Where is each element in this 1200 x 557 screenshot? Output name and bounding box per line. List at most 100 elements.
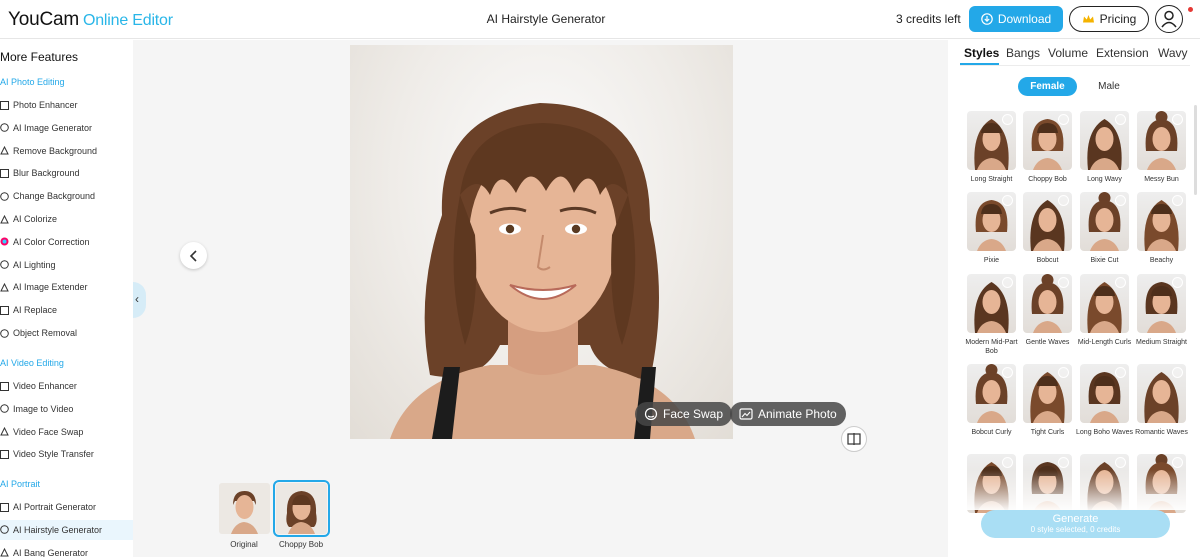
tab-extension[interactable]: Extension (1096, 46, 1149, 60)
select-checkbox[interactable] (1058, 277, 1069, 288)
sidebar-title: More Features (0, 50, 79, 64)
select-checkbox[interactable] (1002, 195, 1013, 206)
select-checkbox[interactable] (1058, 367, 1069, 378)
download-button[interactable]: Download (969, 6, 1063, 32)
style-option-label: Choppy Bob (1028, 176, 1067, 183)
result-photo (350, 45, 733, 439)
sidebar-item-label: AI Image Generator (13, 122, 93, 133)
style-option-choppy-bob[interactable] (1023, 111, 1072, 170)
generate-label: Generate (1052, 513, 1099, 525)
style-option-medium-straight[interactable] (1137, 274, 1186, 333)
tab-bangs[interactable]: Bangs (1006, 46, 1040, 60)
pricing-button[interactable]: Pricing (1069, 6, 1149, 32)
select-checkbox[interactable] (1058, 114, 1069, 125)
select-checkbox[interactable] (1115, 457, 1126, 468)
tab-styles[interactable]: Styles (964, 46, 999, 60)
style-option-romantic-waves[interactable] (1137, 364, 1186, 423)
face-swap-button[interactable]: Face Swap (635, 402, 733, 426)
feature-icon (0, 404, 9, 414)
sidebar-item-ai-image-generator[interactable]: AI Image Generator (0, 118, 133, 138)
animate-photo-button[interactable]: Animate Photo (730, 402, 846, 426)
sidebar-item-ai-colorize[interactable]: AI Colorize (0, 209, 133, 229)
sidebar-item-ai-portrait-generator[interactable]: AI Portrait Generator (0, 497, 133, 517)
style-option-bobcut[interactable] (1023, 192, 1072, 251)
style-option-long-wavy[interactable] (1080, 111, 1129, 170)
style-option-long-boho-waves[interactable] (1080, 364, 1129, 423)
sidebar-item-blur-background[interactable]: Blur Background (0, 163, 133, 183)
style-option-long-straight[interactable] (967, 111, 1016, 170)
active-tab-indicator (960, 63, 999, 65)
select-checkbox[interactable] (1172, 195, 1183, 206)
select-checkbox[interactable] (1172, 277, 1183, 288)
select-checkbox[interactable] (1115, 277, 1126, 288)
feature-icon (0, 100, 9, 110)
select-checkbox[interactable] (1002, 457, 1013, 468)
thumbnail-choppy-bob[interactable] (273, 480, 330, 537)
style-option-messy-bun[interactable] (1137, 111, 1186, 170)
select-checkbox[interactable] (1058, 457, 1069, 468)
select-checkbox[interactable] (1002, 114, 1013, 125)
feature-icon (0, 282, 9, 292)
feature-icon (0, 548, 9, 557)
sidebar-item-video-style-transfer[interactable]: Video Style Transfer (0, 444, 133, 464)
style-option-label: Modern Mid-Part Bob (965, 339, 1018, 355)
select-checkbox[interactable] (1002, 367, 1013, 378)
style-option-gentle-waves[interactable] (1023, 274, 1072, 333)
sidebar-item-label: Remove Background (13, 145, 98, 156)
feature-icon (0, 381, 9, 391)
style-option-label: Beachy (1149, 257, 1174, 264)
panel-scrollbar[interactable] (1194, 105, 1197, 195)
sidebar-item-image-to-video[interactable]: Image to Video (0, 399, 133, 419)
style-option-pixie[interactable] (967, 192, 1016, 251)
select-checkbox[interactable] (1115, 195, 1126, 206)
style-option-tight-curls[interactable] (1023, 364, 1072, 423)
sidebar-item-ai-color-correction[interactable]: AI Color Correction (0, 232, 133, 252)
feature-icon (0, 191, 9, 201)
sidebar-item-label: Image to Video (13, 403, 74, 414)
sidebar-item-ai-lighting[interactable]: AI Lighting (0, 255, 133, 275)
select-checkbox[interactable] (1002, 277, 1013, 288)
select-checkbox[interactable] (1172, 114, 1183, 125)
previous-button[interactable] (180, 242, 207, 269)
style-option-label: Bobcut (1036, 257, 1059, 264)
feature-icon (0, 449, 9, 459)
style-option-bixie-cut[interactable] (1080, 192, 1129, 251)
select-checkbox[interactable] (1172, 367, 1183, 378)
feature-icon (0, 328, 9, 338)
thumbnail-image (219, 483, 270, 534)
compare-toggle-button[interactable] (841, 426, 867, 452)
thumbnail-original[interactable] (219, 483, 270, 534)
select-checkbox[interactable] (1172, 457, 1183, 468)
feature-icon (0, 123, 9, 133)
sidebar-item-ai-bang-generator[interactable]: AI Bang Generator (0, 543, 133, 557)
feature-icon (0, 146, 9, 155)
sidebar-item-change-background[interactable]: Change Background (0, 186, 133, 206)
sidebar-item-video-face-swap[interactable]: Video Face Swap (0, 422, 133, 442)
sidebar-item-label: AI Color Correction (13, 236, 90, 247)
sidebar-item-ai-hairstyle-generator[interactable]: AI Hairstyle Generator (0, 519, 133, 540)
sidebar-item-remove-background[interactable]: Remove Background (0, 141, 133, 161)
select-checkbox[interactable] (1058, 195, 1069, 206)
feature-icon (0, 168, 9, 178)
sidebar-item-video-enhancer[interactable]: Video Enhancer (0, 376, 133, 396)
generate-status: 0 style selected, 0 credits (1030, 525, 1121, 534)
tab-volume[interactable]: Volume (1048, 46, 1088, 60)
sidebar-item-photo-enhancer[interactable]: Photo Enhancer (0, 95, 133, 115)
thumbnail-label: Choppy Bob (278, 540, 324, 549)
sidebar-item-object-removal[interactable]: Object Removal (0, 323, 133, 343)
gender-male-button[interactable]: Male (1082, 77, 1136, 96)
gender-female-button[interactable]: Female (1018, 77, 1077, 96)
select-checkbox[interactable] (1115, 367, 1126, 378)
select-checkbox[interactable] (1115, 114, 1126, 125)
tab-wavy[interactable]: Wavy (1158, 46, 1188, 60)
account-avatar-button[interactable] (1155, 5, 1183, 33)
style-option-modern-mid-part-bob[interactable] (967, 274, 1016, 333)
sidebar-section-label: AI Photo Editing (0, 77, 65, 87)
generate-button[interactable]: Generate 0 style selected, 0 credits (981, 510, 1170, 538)
sidebar-item-ai-image-extender[interactable]: AI Image Extender (0, 277, 133, 297)
style-option-bobcut-curly[interactable] (967, 364, 1016, 423)
sidebar-item-ai-replace[interactable]: AI Replace (0, 300, 133, 320)
style-option-beachy[interactable] (1137, 192, 1186, 251)
style-option-mid-length-curls[interactable] (1080, 274, 1129, 333)
style-option-label: Long Wavy (1087, 176, 1122, 183)
